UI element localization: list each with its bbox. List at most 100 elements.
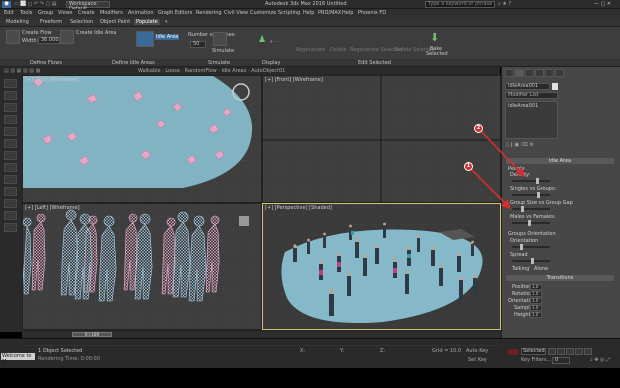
timeline[interactable]: 0 / 100 [22,330,501,338]
tool-link-icon[interactable] [4,127,17,136]
maxscript-listener[interactable]: Welcome to M [1,353,35,365]
rollout-transitions[interactable]: Transitions [506,275,614,281]
stack-item[interactable]: IdleArea001 [508,103,538,109]
object-color-swatch[interactable] [552,83,558,90]
tool-snap-icon[interactable] [4,151,17,160]
object-name-field[interactable]: IdleArea001 [505,83,550,90]
app-logo-icon[interactable]: ⬢ [2,1,11,8]
ribbon-options-icon[interactable]: ▾ [165,19,168,25]
group-define-flows[interactable]: Define Flows [30,60,62,66]
viewport-perspective[interactable]: [+] [Perspective] [Shaded] [262,203,501,330]
tool-select-icon[interactable] [4,79,17,88]
trans-sample-spinner[interactable]: 1.0 [530,305,542,311]
simulate-icon[interactable] [213,32,227,46]
menu-item-animation[interactable]: Animation [128,10,154,16]
menu-item-rendering[interactable]: Rendering [196,10,222,16]
group-edit-selected[interactable]: Edit Selected [358,60,391,66]
tool-unlink-icon[interactable] [4,139,17,148]
tool-layer-icon[interactable] [4,187,17,196]
viewport-persp-label[interactable]: [+] [Perspective] [Shaded] [265,205,332,211]
menu-item-help-1[interactable]: Help [303,10,314,16]
group-simulate[interactable]: Simulate [208,60,230,66]
display-options-icon[interactable]: ▾ ⋯ [270,39,279,45]
tab-selection[interactable]: Selection [70,19,93,25]
display-tab-icon[interactable] [545,69,554,77]
menu-item-phoenix[interactable]: Phoenix FD [358,10,386,16]
viewport-left[interactable]: [+] [Left] [Wireframe] [22,203,262,330]
toolbar-icons[interactable]: ▤ ▥ ▦ ▧ ▨ ▩ [4,68,40,74]
tool-render-icon[interactable] [4,223,17,232]
tab-object-paint[interactable]: Object Paint [100,19,130,25]
bake-selected-label[interactable]: Bake Selected [426,47,448,57]
frame-field[interactable]: 0 [552,357,570,364]
idle-area-label[interactable]: Idle Area [155,34,180,40]
group-display[interactable]: Display [262,60,280,66]
track-bar[interactable] [22,339,501,346]
males-slider[interactable] [512,220,550,226]
autokey-button[interactable] [508,349,518,355]
tool-align-icon[interactable] [4,175,17,184]
tab-populate[interactable]: Populate [134,19,160,25]
menu-item-graph-editors[interactable]: Graph Editors [158,10,192,16]
group-define-idle-areas[interactable]: Define Idle Areas [112,60,155,66]
delete-button[interactable]: Delete [330,47,346,53]
menu-item-customize[interactable]: Customize [250,10,276,16]
tab-modeling[interactable]: Modeling [6,19,29,25]
menu-item-scripting[interactable]: Scripting [278,10,300,16]
menu-item-views[interactable]: Views [58,10,72,16]
viewport-left-label[interactable]: [+] [Left] [Wireframe] [25,205,80,211]
tool-rotate-icon[interactable] [4,103,17,112]
orientation-slider[interactable] [512,244,550,250]
bake-icon[interactable]: ⬇ [430,31,439,44]
simulate-button-label[interactable]: Simulate [212,48,234,54]
tool-material-icon[interactable] [4,211,17,220]
search-icon[interactable]: ⌕ ★ ? [498,1,511,7]
keyfilters-button[interactable]: Key Filters... [521,357,551,363]
modifier-list-dropdown[interactable]: Modifier List [505,92,558,99]
talking-value[interactable]: Alone [534,266,548,272]
menu-item-civil-view[interactable]: Civil View [224,10,248,16]
create-idle-icon[interactable] [60,30,74,44]
create-tab-icon[interactable] [505,69,514,77]
motion-tab-icon[interactable] [535,69,544,77]
prev-frame-icon[interactable] [557,348,565,355]
males-knob[interactable] [527,220,531,226]
menu-item-create[interactable]: Create [78,10,95,16]
viewport-top[interactable]: [+] [Top] [Wireframe] [22,75,262,203]
viewport-nav-icons[interactable]: ⌕ ✥ ◎ ⤢ [590,357,610,363]
menu-item-group[interactable]: Group [38,10,53,16]
quick-access-toolbar[interactable]: ▭ ⬜ ◻ ↶ ↷ ▢ ▤ [14,1,62,8]
trans-rotation-spinner[interactable]: 1.0 [530,291,542,297]
hierarchy-tab-icon[interactable] [525,69,534,77]
tool-curve-icon[interactable] [4,199,17,208]
trans-orientation-spinner[interactable]: 1.0 [530,298,542,304]
menu-item-help-2[interactable]: Help [342,10,353,16]
display-person-icon[interactable]: ♟ [258,35,266,45]
menu-item-modifiers[interactable]: Modifiers [100,10,123,16]
orientation-knob[interactable] [519,244,523,250]
talking-label[interactable]: Talking [512,266,529,272]
goto-end-icon[interactable] [584,348,592,355]
tool-scale-icon[interactable] [4,115,17,124]
create-flow-icon[interactable] [6,30,20,44]
trans-height-spinner[interactable]: 1.0 [530,312,542,318]
viewport-top-label[interactable]: [+] [Top] [Wireframe] [25,77,79,83]
frames-field[interactable]: 50 [190,41,206,48]
utilities-tab-icon[interactable] [555,69,564,77]
modify-tab-icon[interactable] [515,69,524,77]
workspace-dropdown[interactable]: Workspace: Default [66,1,110,12]
spread-knob[interactable] [531,258,535,264]
spread-slider[interactable] [512,258,550,264]
play-icon[interactable] [566,348,574,355]
trans-position-spinner[interactable]: 1.0 [530,284,542,290]
goto-start-icon[interactable] [548,348,556,355]
menu-item-promax[interactable]: PRO/MAX [318,10,341,16]
menu-item-tools[interactable]: Tools [20,10,32,16]
menu-item-edit[interactable]: Edit [4,10,14,16]
selected-dropdown[interactable]: Selected [521,348,546,355]
width-field[interactable]: 36.000 [38,37,60,44]
idle-area-button[interactable] [136,31,154,47]
tool-move-icon[interactable] [4,91,17,100]
tool-mirror-icon[interactable] [4,163,17,172]
regenerate-button[interactable]: Regenerate [296,47,325,53]
